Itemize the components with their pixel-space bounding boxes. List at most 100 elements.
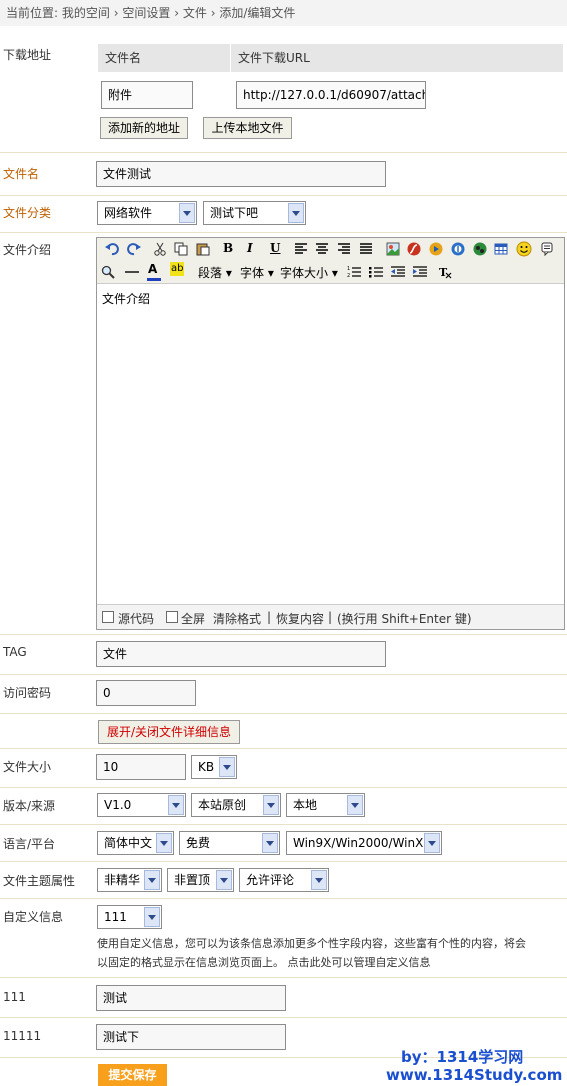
- breadcrumb: 当前位置: 我的空间 › 空间设置 › 文件 › 添加/编辑文件: [0, 0, 567, 26]
- add-address-button[interactable]: 添加新的地址: [100, 117, 188, 139]
- line-break-hint: (换行用 Shift+Enter 键): [337, 612, 472, 626]
- unordered-list-icon[interactable]: [369, 265, 383, 279]
- editor-footer: 源代码 全屏 清除格式 | 恢复内容 | (换行用 Shift+Enter 键): [97, 604, 564, 629]
- quote-icon[interactable]: [540, 242, 554, 256]
- watermark-line-2: www.1314Study.com: [386, 1066, 563, 1084]
- editor-content[interactable]: 文件介绍: [102, 290, 150, 307]
- chevron-down-icon: [262, 833, 278, 853]
- custom-select[interactable]: 111: [97, 905, 162, 929]
- password-label: 访问密码: [3, 686, 52, 700]
- chevron-down-icon: [424, 833, 440, 853]
- ordered-list-icon[interactable]: 12: [347, 265, 361, 279]
- divider: [0, 861, 567, 862]
- indent-icon[interactable]: [413, 265, 427, 279]
- top-value: 非置顶: [174, 873, 211, 887]
- custom-help-line-2[interactable]: 以固定的格式显示在信息浏览页面上。 点击此处可以管理自定义信息: [97, 954, 431, 970]
- table-icon[interactable]: [494, 242, 508, 256]
- license-select[interactable]: 免费: [179, 831, 280, 855]
- size-input[interactable]: 10: [96, 754, 186, 780]
- media-icon[interactable]: [429, 242, 443, 256]
- realplayer-icon[interactable]: [451, 242, 465, 256]
- font-size-dropdown[interactable]: 字体大小 ▾: [280, 264, 338, 281]
- restore-content-link[interactable]: 恢复内容: [276, 610, 324, 627]
- divider: [0, 713, 567, 714]
- license-value: 免费: [186, 836, 211, 850]
- version-select[interactable]: V1.0: [97, 793, 186, 817]
- password-input[interactable]: 0: [96, 680, 196, 706]
- caret-down-icon: ▾: [264, 266, 274, 280]
- redo-icon[interactable]: [127, 242, 141, 256]
- search-icon[interactable]: [101, 265, 115, 279]
- essence-select[interactable]: 非精华: [97, 868, 162, 892]
- origin-select[interactable]: 本站原创: [191, 793, 281, 817]
- location-select[interactable]: 本地: [286, 793, 365, 817]
- align-right-icon[interactable]: [337, 242, 351, 256]
- download-url-input[interactable]: http://127.0.0.1/d60907/attachme: [236, 81, 426, 109]
- custom-value: 111: [104, 910, 127, 924]
- fullscreen-checkbox[interactable]: [166, 611, 178, 623]
- breadcrumb-item-settings[interactable]: 空间设置: [122, 6, 170, 20]
- category-select-1-value: 网络软件: [104, 206, 153, 220]
- filename-input[interactable]: 文件测试: [96, 161, 386, 187]
- chevron-down-icon: [168, 795, 184, 815]
- custom-label: 自定义信息: [3, 910, 64, 924]
- outdent-icon[interactable]: [391, 265, 405, 279]
- size-unit-value: KB: [198, 760, 215, 774]
- font-dropdown-label: 字体: [240, 266, 265, 280]
- size-unit-select[interactable]: KB: [191, 755, 237, 779]
- breadcrumb-item-file[interactable]: 文件: [183, 6, 207, 20]
- chevron-down-icon: [288, 203, 304, 223]
- intro-label: 文件介绍: [3, 243, 52, 257]
- align-center-icon[interactable]: [315, 242, 329, 256]
- smiley-icon[interactable]: [516, 241, 532, 257]
- cut-icon[interactable]: [153, 242, 167, 256]
- paste-icon[interactable]: [196, 242, 210, 256]
- language-select[interactable]: 简体中文: [97, 831, 174, 855]
- category-select-1[interactable]: 网络软件: [97, 201, 197, 225]
- highlight-icon[interactable]: ab: [170, 262, 185, 276]
- undo-icon[interactable]: [105, 242, 119, 256]
- breadcrumb-item-space[interactable]: 我的空间: [62, 6, 110, 20]
- chevron-down-icon: [156, 833, 172, 853]
- flash-icon[interactable]: [407, 242, 421, 256]
- source-code-checkbox[interactable]: [102, 611, 114, 623]
- image-icon[interactable]: [386, 242, 400, 256]
- category-select-2[interactable]: 测试下吧: [203, 201, 306, 225]
- copy-icon[interactable]: [174, 242, 188, 256]
- breadcrumb-prefix: 当前位置:: [6, 6, 59, 20]
- toggle-details-button[interactable]: 展开/关闭文件详细信息: [98, 720, 240, 744]
- download-label: 下载地址: [3, 48, 52, 62]
- filename-label: 文件名: [3, 167, 40, 181]
- platform-select[interactable]: Win9X/Win2000/WinXP: [286, 831, 442, 855]
- link-icon[interactable]: [473, 242, 487, 256]
- underline-icon[interactable]: U: [270, 241, 280, 255]
- comment-select[interactable]: 允许评论: [239, 868, 329, 892]
- divider: [0, 232, 567, 233]
- tag-input[interactable]: 文件: [96, 641, 386, 667]
- version-label: 版本/来源: [3, 799, 56, 813]
- horizontal-rule-icon[interactable]: [125, 265, 139, 279]
- remove-format-icon[interactable]: T: [438, 265, 452, 279]
- download-name-input[interactable]: 附件: [101, 81, 193, 109]
- divider: [0, 674, 567, 675]
- clear-format-link[interactable]: 清除格式: [213, 610, 261, 627]
- chevron-down-icon: [311, 870, 327, 890]
- font-dropdown[interactable]: 字体 ▾: [240, 264, 274, 281]
- bold-icon[interactable]: B: [223, 241, 233, 255]
- align-left-icon[interactable]: [294, 242, 308, 256]
- align-justify-icon[interactable]: [359, 242, 373, 256]
- field-11111-input[interactable]: 测试下: [96, 1024, 286, 1050]
- download-col-name: 文件名: [98, 44, 230, 72]
- chevron-down-icon: [216, 870, 232, 890]
- upload-local-button[interactable]: 上传本地文件: [203, 117, 292, 139]
- divider: [0, 748, 567, 749]
- version-value: V1.0: [104, 798, 132, 812]
- top-select[interactable]: 非置顶: [167, 868, 234, 892]
- italic-icon[interactable]: I: [247, 241, 253, 255]
- chevron-down-icon: [144, 870, 160, 890]
- chevron-down-icon: [347, 795, 363, 815]
- submit-save-button[interactable]: 提交保存: [98, 1064, 167, 1086]
- paragraph-dropdown[interactable]: 段落 ▾: [198, 264, 232, 281]
- field-111-input[interactable]: 测试: [96, 985, 286, 1011]
- font-color-icon[interactable]: A: [147, 262, 161, 281]
